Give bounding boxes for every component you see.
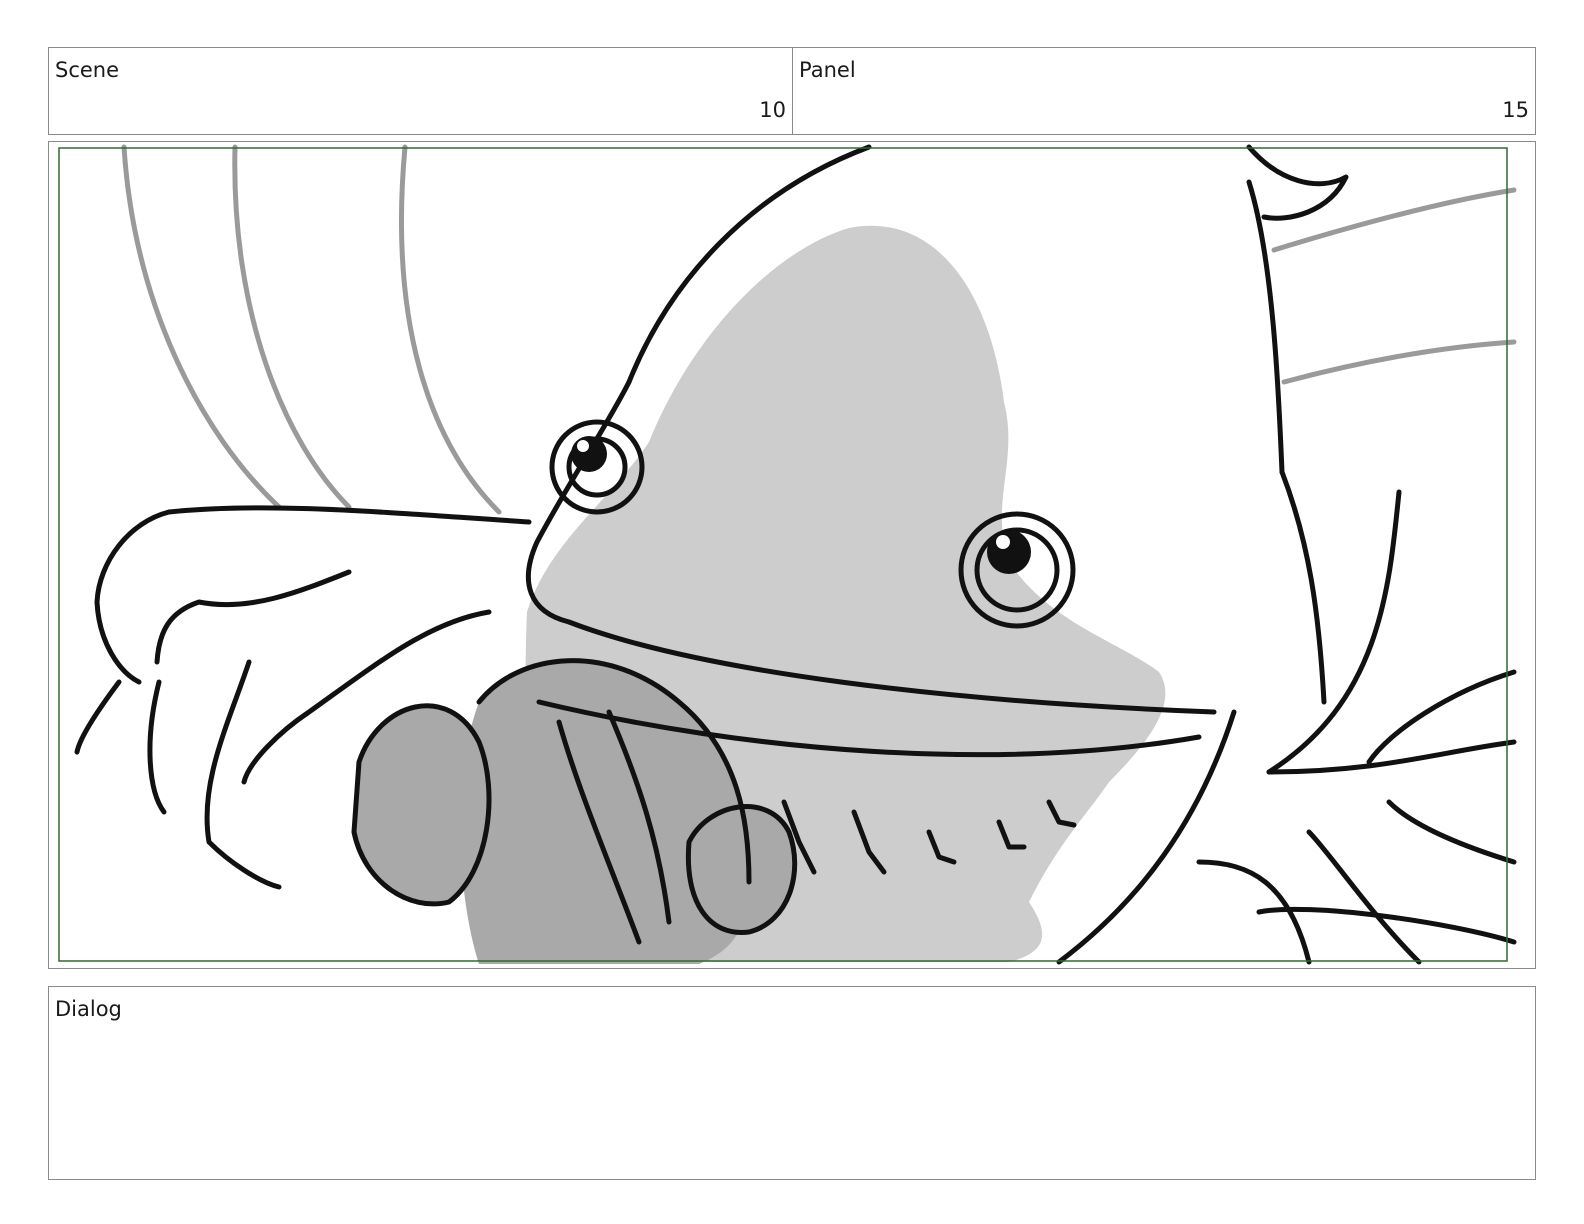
storyboard-frame bbox=[48, 141, 1536, 969]
dialog-box[interactable]: Dialog bbox=[48, 986, 1536, 1180]
scene-number[interactable]: 10 bbox=[759, 98, 786, 122]
storyboard-sketch bbox=[58, 144, 1517, 965]
board-header: Scene 10 Panel 15 bbox=[48, 47, 1536, 135]
panel-label: Panel bbox=[799, 58, 856, 82]
scene-cell: Scene 10 bbox=[49, 48, 793, 134]
panel-number[interactable]: 15 bbox=[1502, 98, 1529, 122]
dialog-label: Dialog bbox=[55, 997, 122, 1021]
panel-cell: Panel 15 bbox=[793, 48, 1535, 134]
scene-label: Scene bbox=[55, 58, 120, 82]
